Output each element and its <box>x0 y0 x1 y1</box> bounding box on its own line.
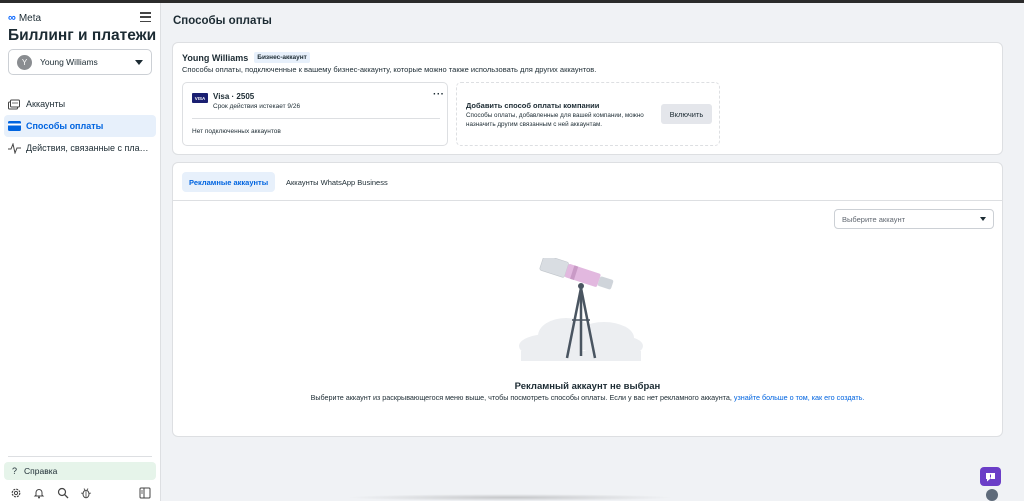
account-dropdown[interactable]: Выберите аккаунт <box>834 209 994 229</box>
owner-row: Young Williams Бизнес-аккаунт <box>182 52 310 63</box>
sidebar: ∞ Meta Биллинг и платежи Y Young William… <box>0 3 161 501</box>
empty-state-title: Рекламный аккаунт не выбран <box>514 381 661 392</box>
sidebar-item-payment-activity[interactable]: Действия, связанные с плате... <box>4 137 156 159</box>
accounts-card: Рекламные аккаунты Аккаунты WhatsApp Bus… <box>172 162 1003 437</box>
help-label: Справка <box>24 466 58 476</box>
payment-methods-card: Young Williams Бизнес-аккаунт Способы оп… <box>172 42 1003 155</box>
sidebar-item-label: Способы оплаты <box>26 121 104 131</box>
app-title: Биллинг и платежи <box>8 27 157 44</box>
page-title: Способы оплаты <box>173 15 272 27</box>
telescope-illustration <box>519 258 643 361</box>
business-account-badge: Бизнес-аккаунт <box>254 52 310 63</box>
search-icon[interactable] <box>57 486 69 499</box>
bell-icon[interactable] <box>33 486 45 499</box>
learn-more-link[interactable]: узнайте больше о том, как его создать. <box>734 393 865 402</box>
avatar: Y <box>17 54 32 70</box>
connected-accounts-note: Нет подключенных аккаунтов <box>192 128 281 135</box>
activity-icon <box>8 142 21 154</box>
sidebar-item-label: Аккаунты <box>26 99 66 109</box>
accounts-icon <box>8 99 21 110</box>
meta-infinity-icon: ∞ <box>8 12 16 24</box>
divider <box>8 456 152 457</box>
tab-whatsapp-business[interactable]: Аккаунты WhatsApp Business <box>279 172 395 192</box>
panel-icon[interactable] <box>139 486 151 499</box>
meta-logo-text: Meta <box>18 12 42 24</box>
gear-icon[interactable] <box>10 486 22 498</box>
sidebar-item-accounts[interactable]: Аккаунты <box>4 93 156 115</box>
menu-icon[interactable] <box>140 12 151 22</box>
tab-ad-accounts[interactable]: Рекламные аккаунты <box>182 172 276 192</box>
help-button[interactable]: ? Справка <box>4 462 156 480</box>
bottom-shadow <box>345 494 675 501</box>
sidebar-item-label: Действия, связанные с плате... <box>26 143 152 153</box>
enable-button[interactable]: Включить <box>661 104 712 124</box>
empty-state-description: Выберите аккаунт из раскрывающегося меню… <box>173 393 1002 402</box>
visa-card-tile[interactable]: VISA Visa · 2505 Срок действия истекает … <box>182 82 448 146</box>
visa-logo-icon: VISA <box>192 93 208 103</box>
chat-icon <box>986 472 995 481</box>
business-account-selector[interactable]: Y Young Williams <box>8 49 152 75</box>
caret-down-icon <box>980 217 986 221</box>
sidebar-footer-icons <box>10 486 152 500</box>
sidebar-item-payment-methods[interactable]: Способы оплаты <box>4 115 156 137</box>
dropdown-placeholder: Выберите аккаунт <box>842 214 906 224</box>
add-method-title: Добавить способ оплаты компании <box>466 101 600 110</box>
card-icon <box>8 121 21 132</box>
meta-logo[interactable]: ∞ Meta <box>8 12 41 24</box>
card-number: Visa · 2505 <box>213 92 255 101</box>
bug-icon[interactable] <box>80 486 92 499</box>
sidebar-nav: Аккаунты Способы оплаты Действия, связан… <box>4 93 156 159</box>
divider <box>192 118 440 119</box>
globe-icon[interactable] <box>986 489 998 501</box>
chat-support-button[interactable] <box>980 467 1001 486</box>
account-name: Young Williams <box>40 57 98 67</box>
add-method-description: Способы оплаты, добавленные для вашей ко… <box>466 112 644 128</box>
more-options-icon[interactable]: ··· <box>433 90 445 100</box>
card-expiry: Срок действия истекает 9/26 <box>213 103 301 110</box>
empty-state-text: Выберите аккаунт из раскрывающегося меню… <box>310 393 732 402</box>
caret-down-icon <box>135 59 143 65</box>
payment-card-description: Способы оплаты, подключенные к вашему би… <box>182 65 597 74</box>
owner-name: Young Williams <box>182 52 249 63</box>
add-business-payment-method: Добавить способ оплаты компании Способы … <box>456 82 720 146</box>
question-icon: ? <box>12 466 18 476</box>
tabs: Рекламные аккаунты Аккаунты WhatsApp Bus… <box>173 163 1002 201</box>
